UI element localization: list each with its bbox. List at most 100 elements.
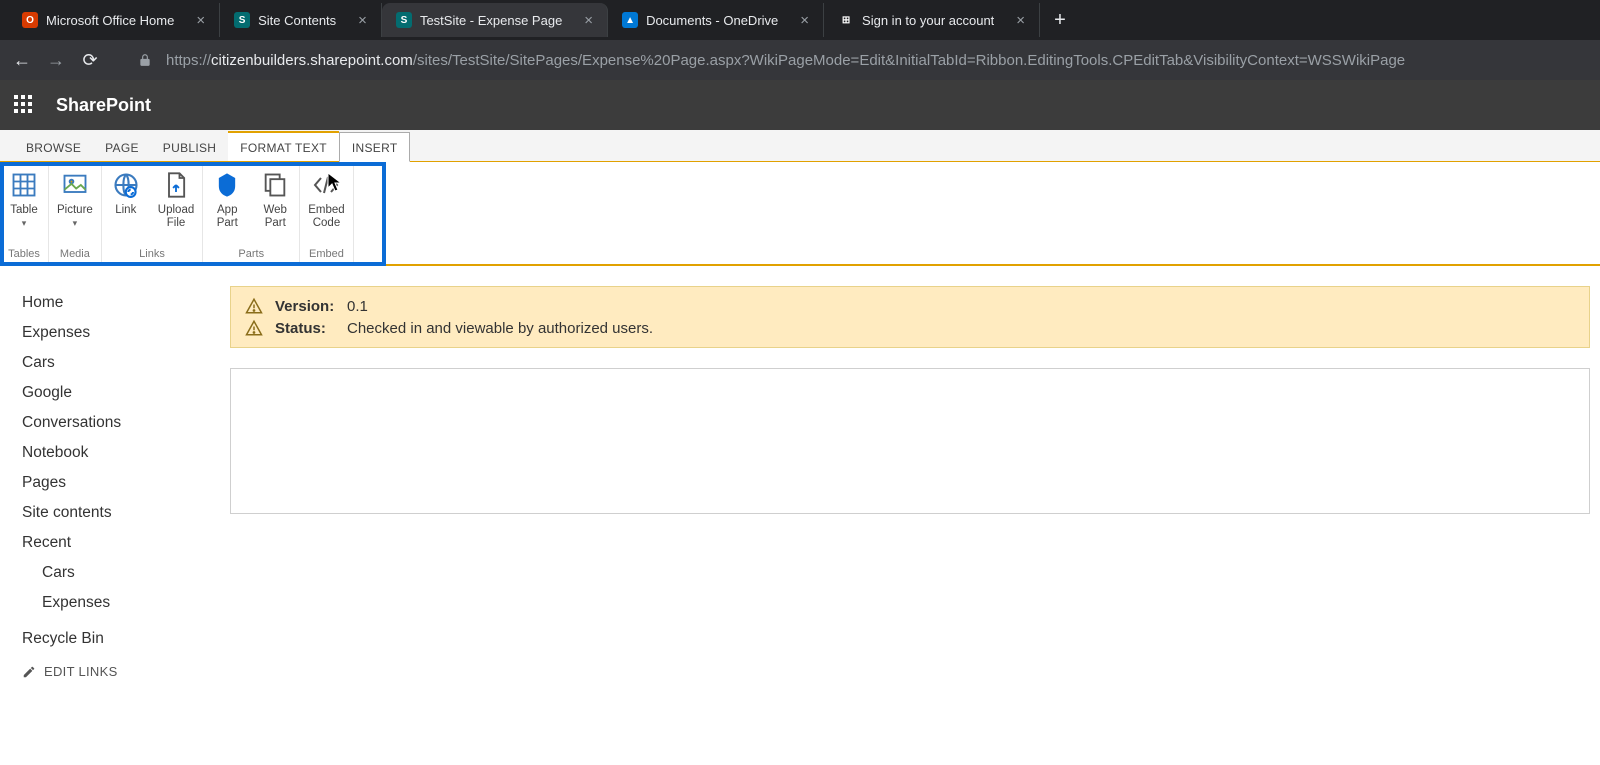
nav-link-pages[interactable]: Pages: [22, 468, 230, 498]
close-tab-icon[interactable]: ×: [584, 12, 593, 29]
status-row-version: Version: 0.1: [245, 295, 1575, 317]
suite-bar: SharePoint: [0, 80, 1600, 130]
warning-icon: [245, 319, 263, 337]
browser-tab-0[interactable]: O Microsoft Office Home ×: [8, 3, 220, 37]
favicon: S: [396, 12, 412, 28]
ribbon-group-links: Link UploadFile Links: [102, 162, 203, 264]
browser-tab-4[interactable]: ⊞ Sign in to your account ×: [824, 3, 1040, 37]
page-edit-canvas[interactable]: [230, 368, 1590, 514]
table-icon: [10, 168, 38, 202]
ribbon-tab-format-text[interactable]: FORMAT TEXT: [228, 131, 339, 161]
tab-title: Documents - OneDrive: [646, 13, 778, 28]
ribbon-button-label: AppPart: [217, 204, 238, 230]
ribbon-group-label: Parts: [203, 246, 299, 264]
edit-links-button[interactable]: EDIT LINKS: [22, 664, 230, 679]
favicon: ▲: [622, 12, 638, 28]
ribbon-group-tables: Table▾ Tables: [0, 162, 49, 264]
upload-file-icon: [162, 168, 190, 202]
close-tab-icon[interactable]: ×: [1016, 12, 1025, 29]
ribbon-button-label: UploadFile: [158, 204, 194, 230]
app-part-icon: [213, 168, 241, 202]
ribbon-body: Table▾TablesPicture▾MediaLinkUploadFileL…: [0, 162, 1600, 266]
pencil-icon: [22, 665, 36, 679]
favicon: O: [22, 12, 38, 28]
nav-host: HomeExpensesCarsGoogleConversationsNoteb…: [22, 288, 230, 654]
ribbon-button-label: EmbedCode: [308, 204, 344, 230]
ribbon-group-embed: EmbedCode Embed: [300, 162, 353, 264]
ribbon-button-upload-file[interactable]: UploadFile: [150, 162, 202, 230]
close-tab-icon[interactable]: ×: [196, 12, 205, 29]
browser-tab-3[interactable]: ▲ Documents - OneDrive ×: [608, 3, 824, 37]
nav-recent-cars[interactable]: Cars: [22, 558, 230, 588]
ribbon-tab-page[interactable]: PAGE: [93, 133, 151, 161]
nav-link-recent[interactable]: Recent: [22, 528, 230, 558]
version-value: 0.1: [347, 298, 368, 315]
ribbon-button-table[interactable]: Table▾: [0, 162, 48, 229]
ribbon-tab-publish[interactable]: PUBLISH: [151, 133, 228, 161]
browser-tab-2[interactable]: S TestSite - Expense Page ×: [382, 3, 608, 37]
close-tab-icon[interactable]: ×: [358, 12, 367, 29]
ribbon-tab-strip: BROWSEPAGEPUBLISHFORMAT TEXTINSERT: [0, 130, 1600, 162]
url-host: citizenbuilders.sharepoint.com: [211, 52, 413, 69]
ribbon-tab-browse[interactable]: BROWSE: [14, 133, 93, 161]
picture-icon: [61, 168, 89, 202]
ribbon-button-label: Picture: [57, 204, 93, 217]
address-bar: ← → ⟳ https://citizenbuilders.sharepoint…: [0, 40, 1600, 80]
main-column: Version: 0.1 Status: Checked in and view…: [230, 266, 1600, 765]
edit-links-label: EDIT LINKS: [44, 664, 118, 679]
ribbon-group-label: Media: [49, 246, 101, 264]
nav-link-conversations[interactable]: Conversations: [22, 408, 230, 438]
ribbon-button-embed-code[interactable]: EmbedCode: [300, 162, 352, 230]
ribbon-tabs-host: BROWSEPAGEPUBLISHFORMAT TEXTINSERT: [14, 131, 410, 161]
version-label: Version:: [275, 298, 335, 315]
back-button[interactable]: ←: [12, 50, 32, 71]
favicon: S: [234, 12, 250, 28]
new-tab-button[interactable]: +: [1040, 9, 1080, 32]
tab-title: Site Contents: [258, 13, 336, 28]
forward-button[interactable]: →: [46, 50, 66, 71]
ribbon-group-label: Links: [102, 246, 202, 264]
nav-link-google[interactable]: Google: [22, 378, 230, 408]
ribbon-button-app-part[interactable]: AppPart: [203, 162, 251, 230]
link-icon: [112, 168, 140, 202]
url-path: /sites/TestSite/SitePages/Expense%20Page…: [413, 52, 1405, 69]
status-label: Status:: [275, 320, 335, 337]
page-area: HomeExpensesCarsGoogleConversationsNoteb…: [0, 266, 1600, 765]
ribbon-button-picture[interactable]: Picture▾: [49, 162, 101, 229]
status-row-status: Status: Checked in and viewable by autho…: [245, 317, 1575, 339]
nav-link-recycle-bin[interactable]: Recycle Bin: [22, 624, 230, 654]
ribbon-group-label: Embed: [300, 246, 352, 264]
nav-link-home[interactable]: Home: [22, 288, 230, 318]
tab-title: Microsoft Office Home: [46, 13, 174, 28]
embed-code-icon: [311, 168, 341, 202]
left-navigation: HomeExpensesCarsGoogleConversationsNoteb…: [0, 266, 230, 765]
ribbon-group-label: Tables: [0, 246, 48, 264]
status-value: Checked in and viewable by authorized us…: [347, 320, 653, 337]
ribbon-group-media: Picture▾ Media: [49, 162, 102, 264]
nav-link-expenses[interactable]: Expenses: [22, 318, 230, 348]
dropdown-caret-icon: ▾: [73, 218, 78, 229]
app-launcher-icon[interactable]: [14, 95, 34, 115]
nav-recent-expenses[interactable]: Expenses: [22, 588, 230, 618]
dropdown-caret-icon: ▾: [22, 218, 27, 229]
tab-title: Sign in to your account: [862, 13, 994, 28]
ribbon-button-link[interactable]: Link: [102, 162, 150, 217]
ribbon-button-web-part[interactable]: WebPart: [251, 162, 299, 230]
web-part-icon: [261, 168, 289, 202]
ribbon-button-label: WebPart: [264, 204, 287, 230]
nav-link-cars[interactable]: Cars: [22, 348, 230, 378]
reload-button[interactable]: ⟳: [80, 50, 100, 71]
favicon: ⊞: [838, 12, 854, 28]
nav-link-notebook[interactable]: Notebook: [22, 438, 230, 468]
close-tab-icon[interactable]: ×: [800, 12, 809, 29]
tab-title: TestSite - Expense Page: [420, 13, 562, 28]
ribbon-groups-host: Table▾TablesPicture▾MediaLinkUploadFileL…: [0, 162, 354, 264]
nav-link-site-contents[interactable]: Site contents: [22, 498, 230, 528]
lock-icon: [138, 53, 152, 67]
browser-tab-1[interactable]: S Site Contents ×: [220, 3, 382, 37]
suite-title: SharePoint: [56, 95, 151, 116]
ribbon-tab-insert[interactable]: INSERT: [339, 132, 411, 162]
browser-tab-strip: OMicrosoft Office Home×SSite Contents×ST…: [0, 0, 1600, 40]
ribbon-button-label: Table: [10, 204, 38, 217]
url-display[interactable]: https://citizenbuilders.sharepoint.com/s…: [166, 52, 1405, 69]
